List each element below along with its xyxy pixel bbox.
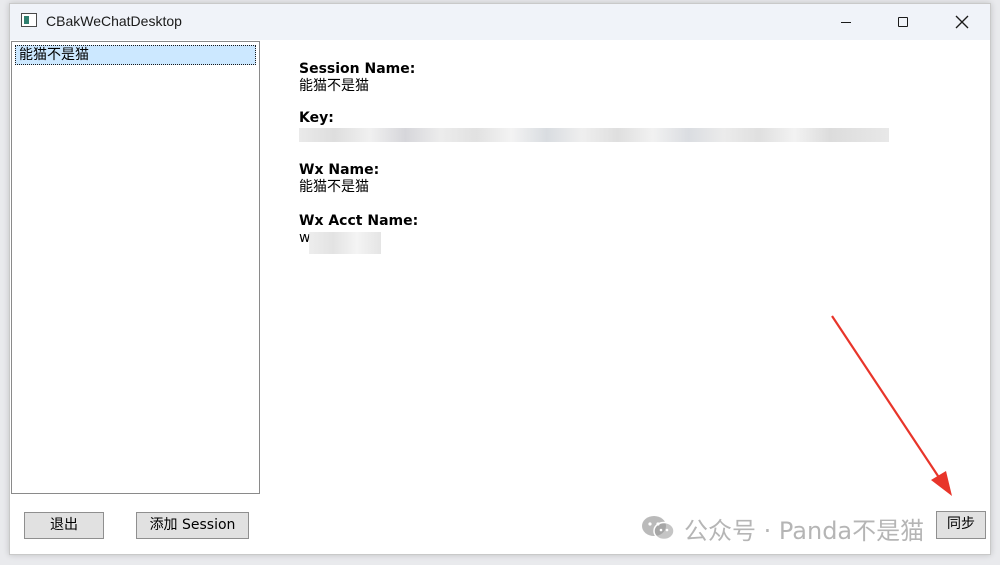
app-window: CBakWeChatDesktop 能猫不是猫 Session Name: 能猫… [9, 3, 991, 555]
key-label: Key: [299, 110, 334, 126]
maximize-icon [898, 17, 908, 27]
key-section: Key: [299, 110, 889, 142]
watermark: 公众号 · Panda不是猫 [640, 513, 925, 545]
app-window-icon [21, 13, 37, 27]
annotation-arrow [831, 315, 952, 496]
wechat-icon [642, 516, 675, 541]
add-session-button[interactable]: 添加 Session [136, 512, 249, 539]
session-list[interactable]: 能猫不是猫 [11, 41, 260, 494]
session-name-value: 能猫不是猫 [299, 78, 369, 94]
close-icon [955, 15, 969, 29]
watermark-text: 公众号 · Panda不是猫 [684, 516, 925, 545]
redacted-acct-value [309, 232, 381, 254]
exit-button[interactable]: 退出 [24, 512, 104, 539]
session-name-label: Session Name: [299, 61, 416, 77]
window-title: CBakWeChatDesktop [46, 13, 182, 29]
wx-name-section: Wx Name: 能猫不是猫 [299, 162, 379, 196]
minimize-icon [841, 21, 851, 23]
title-bar[interactable]: CBakWeChatDesktop [10, 4, 990, 40]
session-name-section: Session Name: 能猫不是猫 [299, 61, 415, 95]
wx-name-value: 能猫不是猫 [299, 179, 369, 195]
sync-button[interactable]: 同步 [936, 511, 986, 539]
wx-acct-name-label: Wx Acct Name: [299, 213, 419, 229]
wx-acct-name-section: Wx Acct Name: w [299, 213, 419, 254]
session-list-item[interactable]: 能猫不是猫 [15, 45, 256, 65]
maximize-button[interactable] [880, 4, 926, 40]
redacted-key-value [299, 128, 889, 142]
minimize-button[interactable] [823, 4, 869, 40]
close-button[interactable] [939, 4, 985, 40]
wx-name-label: Wx Name: [299, 162, 380, 178]
